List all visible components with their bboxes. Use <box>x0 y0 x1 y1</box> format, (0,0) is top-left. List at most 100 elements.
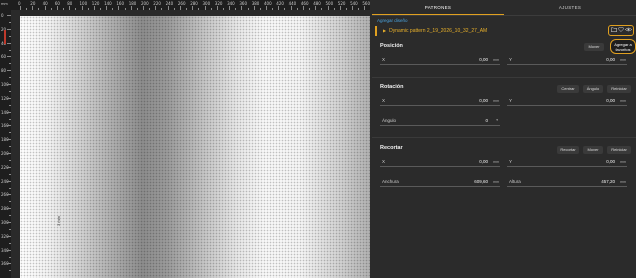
ruler-tick <box>136 8 138 10</box>
ruler-tick <box>259 8 261 10</box>
ruler-tick <box>7 194 11 196</box>
field-unit: mm <box>620 180 626 184</box>
ruler-tick <box>204 6 206 10</box>
crop-reset-button[interactable]: Reiniciar <box>607 146 631 154</box>
ruler-tick <box>345 8 347 10</box>
field-value: 0,00 <box>479 98 488 103</box>
collapse-triangle-icon[interactable]: ▶ <box>383 28 386 33</box>
ruler-tick <box>7 125 11 127</box>
ruler-tick <box>229 6 231 10</box>
canvas-area[interactable]: mm 0 20 40 60 80 100 120 140 160 180 200 220 240 260 2… <box>0 0 370 278</box>
field-value: 0,00 <box>479 57 488 62</box>
ruler-tick <box>9 21 11 23</box>
ruler-tick <box>186 8 188 10</box>
field-label: Y <box>509 98 513 103</box>
ruler-tick <box>7 70 11 72</box>
ruler-tick <box>9 35 11 37</box>
ruler-tick <box>9 118 11 120</box>
field-label: Altura <box>509 179 521 184</box>
ruler-tick <box>7 180 11 182</box>
ruler-tick <box>7 249 11 251</box>
rotation-angle-select[interactable]: Ángulo 0 ▾ <box>380 117 500 126</box>
ruler-tick <box>7 263 11 265</box>
ruler-tick <box>9 132 11 134</box>
pattern-preview[interactable]: 3 mm <box>20 16 370 278</box>
crop-x-field[interactable]: X 0,00 mm <box>380 158 500 167</box>
ruler-tick <box>32 6 34 10</box>
position-y-field[interactable]: Y 0,00 mm <box>507 56 627 65</box>
ruler-tick <box>9 90 11 92</box>
ruler-tick <box>7 222 11 223</box>
position-x-field[interactable]: X 0,00 mm <box>380 56 500 65</box>
folder-icon[interactable] <box>610 27 617 34</box>
rotation-y-field[interactable]: Y 0,00 mm <box>507 97 627 106</box>
add-design-link[interactable]: Agregar diseño <box>377 18 408 23</box>
field-label: Ángulo <box>382 118 397 123</box>
ruler-tick <box>9 146 11 148</box>
ruler-tick <box>38 8 40 10</box>
ruler-tick <box>118 6 120 10</box>
ruler-corner: mm <box>0 0 11 10</box>
ruler-tick <box>179 6 181 10</box>
rotation-center-button[interactable]: Centrar <box>557 85 579 93</box>
ruler-tick <box>9 242 11 244</box>
eye-icon[interactable] <box>624 27 632 34</box>
field-unit: mm <box>493 160 499 164</box>
field-unit: mm <box>620 58 626 62</box>
crop-width-field[interactable]: Anchura 609,60 mm <box>380 178 500 187</box>
ruler-tick <box>315 6 317 10</box>
ruler-tick <box>56 6 58 10</box>
crop-height-field[interactable]: Altura 457,20 mm <box>507 178 627 187</box>
field-value: 0,00 <box>479 159 488 164</box>
crop-move-button[interactable]: Mover <box>583 146 603 154</box>
field-unit: mm <box>493 99 499 103</box>
ruler-tick <box>9 104 11 106</box>
crop-y-field[interactable]: Y 0,00 mm <box>507 158 627 167</box>
ruler-unit: mm <box>1 2 8 6</box>
ruler-tick <box>296 8 298 10</box>
properties-panel: PATRONES AJUSTES Agregar diseño ▶ Dynamic… <box>372 0 636 278</box>
design-item[interactable]: ▶ Dynamic pattern 2_19_2026_10_32_27_AM <box>375 26 633 36</box>
rotation-x-field[interactable]: X 0,00 mm <box>380 97 500 106</box>
ruler-tick <box>9 201 11 203</box>
ruler-tick <box>9 49 11 51</box>
ruler-tick <box>290 6 292 10</box>
ruler-tick <box>81 6 83 10</box>
ruler-tick <box>69 6 71 10</box>
pattern-label: 3 mm <box>56 216 61 226</box>
ruler-tick-label: 0 <box>1 13 4 18</box>
ruler-tick <box>192 6 194 10</box>
field-unit: mm <box>620 160 626 164</box>
ruler-tick <box>155 6 157 10</box>
ruler-tick <box>87 8 89 10</box>
ruler-tick <box>253 6 255 10</box>
ruler-tick <box>7 15 11 16</box>
tab-divider <box>372 15 636 16</box>
ruler-tick <box>9 187 11 189</box>
ruler-position-marker <box>4 30 6 44</box>
ruler-horizontal: 0 20 40 60 80 100 120 140 160 180 200 220 240 260 280 3… <box>11 0 370 10</box>
ruler-tick <box>278 6 280 10</box>
ruler-tick <box>26 8 28 10</box>
rotation-reset-button[interactable]: Reiniciar <box>607 85 631 93</box>
position-move-button[interactable]: Mover <box>584 43 604 51</box>
ruler-tick <box>44 6 46 10</box>
ruler-tick-label: 60 <box>1 54 7 60</box>
ruler-tick <box>20 6 21 10</box>
heart-icon[interactable] <box>617 27 624 34</box>
field-label: Y <box>509 57 513 62</box>
field-value: 0,00 <box>606 159 615 164</box>
crop-button[interactable]: Recortar <box>557 146 579 154</box>
ruler-tick <box>99 8 101 10</box>
field-unit: mm <box>493 58 499 62</box>
ruler-tick <box>198 8 200 10</box>
chevron-down-icon[interactable]: ▾ <box>496 118 498 122</box>
ruler-tick <box>7 208 11 210</box>
ruler-tick <box>7 153 11 154</box>
rotation-angle-button[interactable]: Ángulo <box>583 85 603 93</box>
ruler-tick <box>173 8 175 10</box>
ruler-tick <box>9 215 11 217</box>
tab-settings[interactable]: AJUSTES <box>504 0 636 15</box>
ruler-tick <box>7 166 11 168</box>
tab-patterns[interactable]: PATRONES <box>372 0 504 15</box>
